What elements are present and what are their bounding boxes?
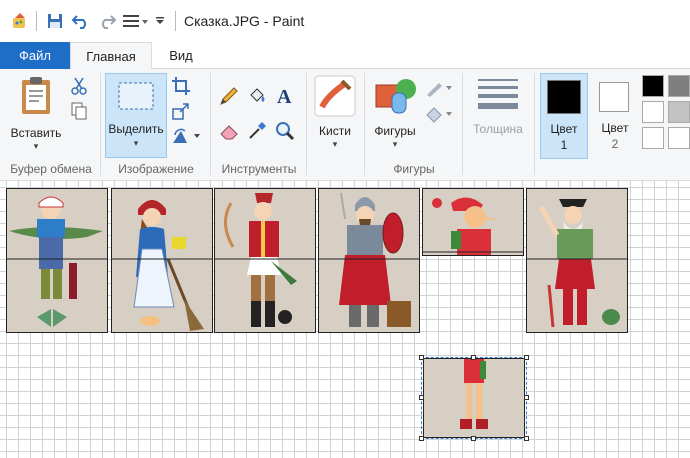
color2-number: 2: [611, 137, 619, 151]
palette-swatch-empty-2[interactable]: [668, 127, 690, 149]
shapes-group-label: Фигуры: [393, 162, 435, 176]
svg-text:A: A: [277, 86, 292, 106]
fill-icon[interactable]: [246, 85, 268, 107]
window-title: Сказка.JPG - Paint: [184, 13, 305, 29]
redo-icon[interactable]: [95, 9, 119, 33]
color2-label: Цвет: [601, 121, 629, 135]
selection-rect-icon: [118, 82, 154, 110]
chevron-down-icon: ▾: [392, 139, 398, 149]
palette-swatch-lightgray[interactable]: [668, 101, 690, 123]
chevron-down-icon: ▾: [332, 139, 338, 149]
eraser-icon[interactable]: [218, 120, 240, 142]
undo-icon[interactable]: [69, 9, 93, 33]
outline-icon[interactable]: [424, 77, 454, 99]
color2-button[interactable]: Цвет 2: [592, 73, 638, 159]
clipboard-icon: [22, 77, 50, 114]
selection-box[interactable]: [421, 357, 527, 439]
tab-view[interactable]: Вид: [160, 42, 202, 69]
shapes-label: Фигуры: [374, 124, 416, 138]
color1-label: Цвет: [550, 122, 578, 136]
palette-swatch-empty[interactable]: [642, 127, 664, 149]
shapes-button[interactable]: Фигуры ▾: [370, 75, 420, 149]
resize-handle-bc[interactable]: [471, 436, 476, 441]
chevron-down-icon: ▾: [33, 141, 39, 151]
paint-app-icon[interactable]: [8, 9, 32, 33]
rotate-icon[interactable]: [170, 125, 202, 147]
color-picker-icon[interactable]: [246, 120, 268, 142]
color1-button[interactable]: Цвет 1: [540, 73, 588, 159]
shape-fill-icon[interactable]: [424, 103, 454, 125]
magnifier-icon[interactable]: [274, 120, 296, 142]
palette-swatch-white[interactable]: [642, 101, 664, 123]
text-icon[interactable]: A: [274, 85, 296, 107]
resize-handle-mr[interactable]: [524, 395, 529, 400]
paste-label: Вставить: [10, 126, 62, 140]
paint-window: Сказка.JPG - Paint Файл Главная Вид Вста…: [0, 0, 690, 458]
character-soldier[interactable]: [318, 188, 420, 333]
brushes-label: Кисти: [319, 124, 351, 138]
color1-swatch: [547, 80, 581, 114]
character-old-man[interactable]: [526, 188, 628, 333]
pencil-icon[interactable]: [218, 85, 240, 107]
select-label: Выделить: [108, 122, 164, 136]
image-group-label: Изображение: [118, 162, 194, 176]
resize-handle-bl[interactable]: [419, 436, 424, 441]
color1-number: 1: [560, 138, 568, 152]
select-button[interactable]: Выделить ▾: [105, 73, 167, 158]
resize-handle-br[interactable]: [524, 436, 529, 441]
character-archer[interactable]: [214, 188, 316, 333]
chevron-down-icon: ▾: [133, 138, 139, 148]
customize-qat-icon[interactable]: [153, 9, 167, 33]
properties-icon[interactable]: [121, 9, 151, 33]
character-fisherman[interactable]: [6, 188, 108, 333]
size-button[interactable]: Толщина: [466, 77, 530, 137]
cut-icon[interactable]: [68, 75, 90, 97]
resize-icon[interactable]: [170, 100, 192, 122]
resize-handle-tl[interactable]: [419, 355, 424, 360]
brushes-button[interactable]: Кисти ▾: [312, 75, 358, 149]
brush-icon: [314, 75, 356, 117]
paste-button[interactable]: Вставить ▾: [4, 75, 68, 151]
tools-group-label: Инструменты: [221, 162, 297, 176]
canvas-area[interactable]: [0, 181, 690, 458]
palette-swatch-black[interactable]: [642, 75, 664, 97]
palette-swatch-gray[interactable]: [668, 75, 690, 97]
tab-home[interactable]: Главная: [70, 42, 152, 70]
resize-handle-tr[interactable]: [524, 355, 529, 360]
ribbon: Вставить ▾ Буфер обмена Выделить ▾ Изобр…: [0, 69, 690, 181]
save-icon[interactable]: [43, 9, 67, 33]
size-label: Толщина: [473, 122, 523, 136]
clipboard-group-label: Буфер обмена: [10, 162, 92, 176]
line-size-icon: [478, 79, 518, 109]
tab-file[interactable]: Файл: [0, 42, 70, 69]
character-pinocchio[interactable]: [422, 188, 524, 256]
copy-icon[interactable]: [68, 100, 90, 122]
resize-handle-ml[interactable]: [419, 395, 424, 400]
ribbon-tabs: Файл Главная Вид: [0, 42, 690, 70]
character-girl[interactable]: [111, 188, 213, 333]
shapes-icon: [375, 79, 416, 114]
resize-handle-tc[interactable]: [471, 355, 476, 360]
crop-icon[interactable]: [170, 75, 192, 97]
color2-swatch: [599, 82, 629, 112]
title-bar: Сказка.JPG - Paint: [0, 0, 690, 42]
